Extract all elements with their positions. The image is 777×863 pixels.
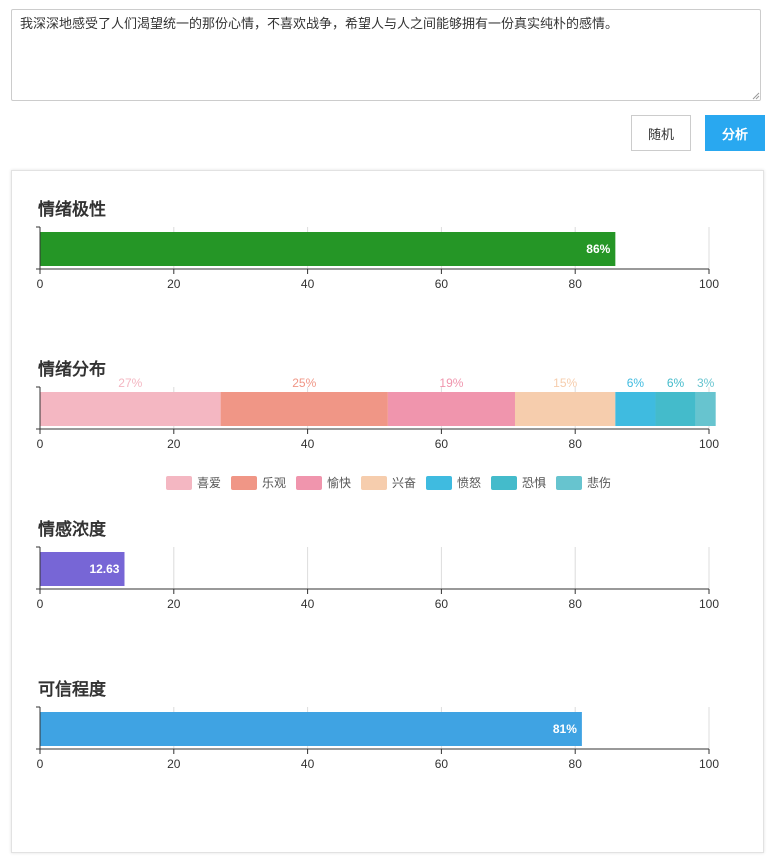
legend-item[interactable]: 恐惧: [491, 474, 546, 491]
legend-label: 恐惧: [522, 476, 547, 490]
legend-item[interactable]: 愤怒: [426, 474, 481, 491]
legend-label: 悲伤: [587, 476, 612, 490]
legend-swatch: [360, 475, 387, 490]
legend-label: 兴奋: [391, 476, 416, 490]
distribution-legend: 喜爱 乐观 愉快 兴奋 愤怒 恐惧 悲伤: [0, 474, 777, 491]
legend-swatch: [556, 475, 583, 490]
legend-swatch: [165, 475, 192, 490]
legend-label: 乐观: [261, 476, 286, 490]
legend-label: 喜爱: [196, 476, 221, 490]
legend-swatch: [491, 475, 518, 490]
legend-swatch: [426, 475, 452, 490]
distribution-title: 情绪分布: [38, 360, 106, 380]
intensity-title: 情感浓度: [38, 520, 106, 540]
legend-swatch: [230, 475, 257, 490]
credibility-title: 可信程度: [38, 680, 106, 700]
results-panel: [11, 170, 764, 853]
legend-label: 愤怒: [457, 476, 482, 490]
legend-item[interactable]: 乐观: [230, 474, 286, 491]
legend-item[interactable]: 喜爱: [165, 474, 221, 491]
analyze-button[interactable]: 分析: [705, 115, 765, 151]
legend-item[interactable]: 悲伤: [556, 474, 611, 491]
legend-swatch: [295, 475, 322, 490]
text-input[interactable]: [11, 9, 761, 101]
random-button[interactable]: 随机: [631, 115, 691, 151]
legend-label: 愉快: [326, 476, 351, 490]
polarity-title: 情绪极性: [38, 200, 106, 220]
resize-handle-icon[interactable]: [752, 92, 760, 100]
legend-item[interactable]: 愉快: [295, 474, 351, 491]
legend-item[interactable]: 兴奋: [360, 474, 416, 491]
